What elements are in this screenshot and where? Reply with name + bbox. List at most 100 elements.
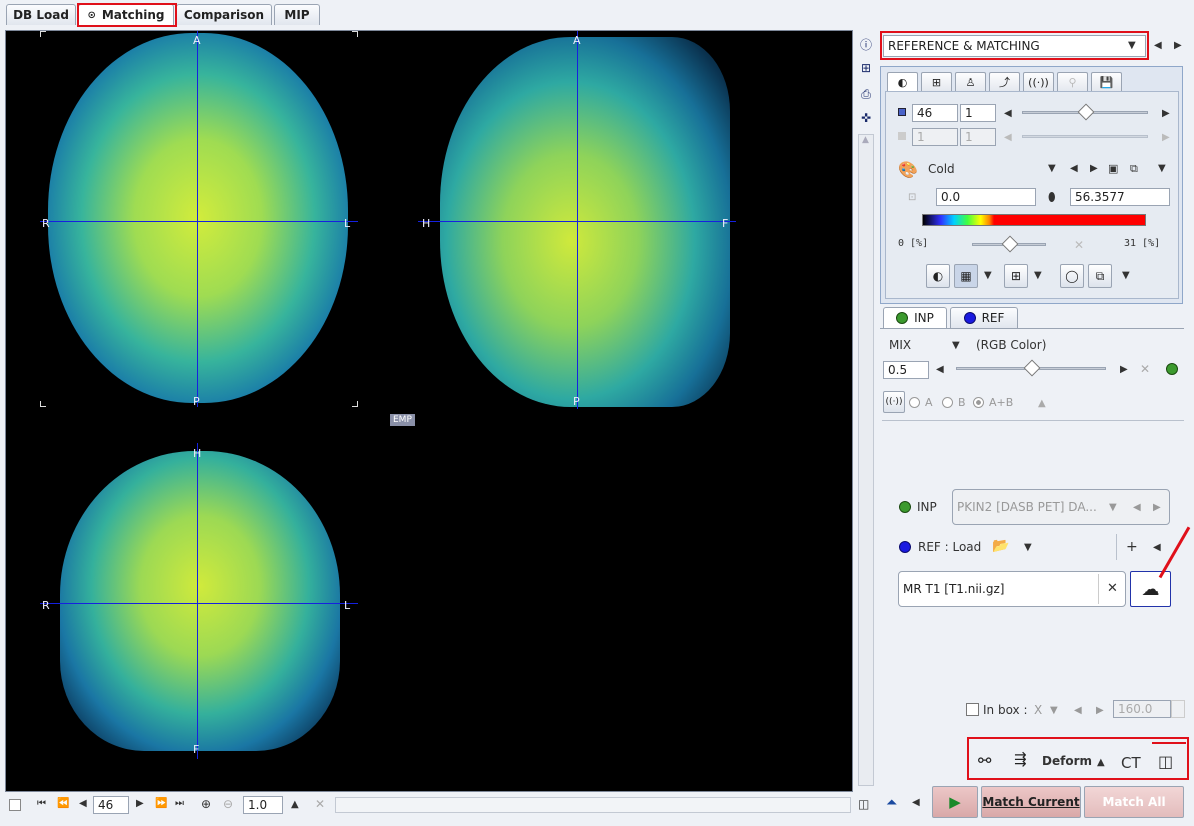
reset-zoom-icon[interactable]: ✕ xyxy=(315,797,325,811)
match-all-button[interactable]: Match All xyxy=(1084,786,1184,818)
colormap-next-icon[interactable]: ▶ xyxy=(1090,163,1098,174)
split-view-icon[interactable]: ◫ xyxy=(1158,752,1173,771)
slice-next-icon[interactable]: ▶ xyxy=(1162,108,1170,119)
viewer-vertical-scrollbar[interactable]: ▲ xyxy=(858,134,874,786)
fusion-signal-button[interactable]: ((·)) xyxy=(883,391,905,413)
workflow-next-icon[interactable]: ▶ xyxy=(1174,40,1182,51)
tab-mip[interactable]: MIP xyxy=(274,4,320,25)
rigid-match-icon[interactable]: ⚯ xyxy=(978,751,991,770)
overlay-button[interactable]: ⧉ xyxy=(1088,264,1112,288)
layout-icon[interactable]: ⊞ xyxy=(858,60,874,76)
last-slice-icon[interactable]: ⏭ xyxy=(175,798,184,809)
axial-view[interactable]: A P R L xyxy=(40,31,358,408)
brain-tool-button[interactable]: ☁ xyxy=(1130,571,1171,607)
range-slider-thumb[interactable] xyxy=(1001,235,1019,253)
tab-save[interactable]: 💾 xyxy=(1091,72,1122,91)
target-icon[interactable]: ✜ xyxy=(858,110,874,126)
fusion-ratio-field[interactable]: 0.5 xyxy=(883,361,929,379)
roi-button[interactable]: ◯ xyxy=(1060,264,1084,288)
inp-next-icon[interactable]: ▶ xyxy=(1153,502,1161,513)
coronal-right-label: L xyxy=(344,599,351,612)
zoom-up-icon[interactable]: ▲ xyxy=(291,799,299,810)
match-current-button[interactable]: Match Current xyxy=(981,786,1081,818)
radio-b[interactable] xyxy=(942,397,953,408)
slice-field[interactable]: 46 xyxy=(912,104,958,122)
grid-button[interactable]: ⊞ xyxy=(1004,264,1028,288)
tab-contrast[interactable]: ◐ xyxy=(887,72,918,91)
grid-dropdown-icon[interactable]: ▼ xyxy=(1034,270,1042,281)
tab-segment[interactable]: ♙ xyxy=(955,72,986,91)
colorbar-icon[interactable]: ⧉ xyxy=(1130,162,1138,176)
min-value-field[interactable]: 0.0 xyxy=(936,188,1036,206)
tab-probe[interactable]: ⚲ xyxy=(1057,72,1088,91)
deform-options-icon[interactable]: ▲ xyxy=(1097,757,1105,768)
colormap-bar[interactable] xyxy=(922,214,1146,226)
radio-ab[interactable] xyxy=(973,397,984,408)
zoom-field[interactable]: 1.0 xyxy=(243,796,283,814)
image-viewer[interactable]: A P R L A P H F EMP H F R L xyxy=(5,30,853,792)
deform-label[interactable]: Deform xyxy=(1042,754,1092,768)
ref-series-field[interactable]: MR T1 [T1.nii.gz] xyxy=(898,571,1126,607)
ref-prev-icon[interactable]: ◀ xyxy=(1153,542,1161,553)
workflow-prev-icon[interactable]: ◀ xyxy=(1154,40,1162,51)
fusion-mode-dropdown-icon[interactable]: ▼ xyxy=(952,340,960,351)
inp-prev-icon[interactable]: ◀ xyxy=(1133,502,1141,513)
colormap-prev-icon[interactable]: ◀ xyxy=(1070,163,1078,174)
interpolation-dropdown-icon[interactable]: ▼ xyxy=(984,270,992,281)
open-folder-icon[interactable]: 📂 xyxy=(992,538,1009,554)
tab-inp[interactable]: INP xyxy=(883,307,947,328)
step-field[interactable]: 1 xyxy=(960,104,996,122)
slice-number-field[interactable]: 46 xyxy=(93,796,129,814)
info-icon[interactable]: ⓘ xyxy=(858,36,874,52)
run-button[interactable]: ▶ xyxy=(932,786,978,818)
colormap-dropdown-icon[interactable]: ▼ xyxy=(1048,163,1056,174)
radio-a[interactable] xyxy=(909,397,920,408)
fusion-ratio-thumb[interactable] xyxy=(1023,359,1041,377)
coronal-view[interactable]: H F R L xyxy=(40,443,358,759)
tab-ref[interactable]: REF xyxy=(950,307,1018,328)
palette-icon: 🎨 xyxy=(898,160,918,179)
tab-comparison[interactable]: Comparison xyxy=(176,4,272,25)
sync-checkbox[interactable] xyxy=(9,799,21,811)
colorbar-dropdown-icon[interactable]: ▼ xyxy=(1158,163,1166,174)
shading-button[interactable]: ◐ xyxy=(926,264,950,288)
overlay-dropdown-icon[interactable]: ▼ xyxy=(1122,270,1130,281)
tab-fusion[interactable]: ((·)) xyxy=(1023,72,1054,91)
inp-dropdown-icon[interactable]: ▼ xyxy=(1109,502,1117,513)
ratio-next-icon[interactable]: ▶ xyxy=(1120,364,1128,375)
navigate-prev-icon[interactable]: ◀ xyxy=(912,797,920,808)
zoom-in-icon[interactable]: ⊕ xyxy=(201,797,211,811)
ratio-prev-icon[interactable]: ◀ xyxy=(936,364,944,375)
fast-back-icon[interactable]: ⏪ xyxy=(57,798,69,809)
prev-slice-icon[interactable]: ◀ xyxy=(79,798,87,809)
viewer-horizontal-scrollbar[interactable] xyxy=(335,797,851,813)
first-slice-icon[interactable]: ⏮ xyxy=(37,798,46,809)
zoom-out-icon[interactable]: ⊖ xyxy=(223,797,233,811)
slice-slider-thumb[interactable] xyxy=(1077,103,1095,121)
sagittal-view[interactable]: A P H F xyxy=(418,31,736,411)
invert-icon[interactable]: ▣ xyxy=(1108,162,1118,175)
interpolation-button[interactable]: ▦ xyxy=(954,264,978,288)
inbox-axis-dropdown-icon[interactable]: ▼ xyxy=(1050,705,1058,716)
ct-label[interactable]: CT xyxy=(1121,754,1141,772)
slice-prev-icon[interactable]: ◀ xyxy=(1004,108,1012,119)
tab-layout[interactable]: ⊞ xyxy=(921,72,952,91)
tab-histogram[interactable]: ⤴ xyxy=(989,72,1020,91)
tab-db-load[interactable]: DB Load xyxy=(6,4,76,25)
inbox-checkbox[interactable] xyxy=(966,703,979,716)
navigate-up-icon[interactable]: ⏶ xyxy=(886,795,897,811)
snapshot-icon[interactable]: ◫ xyxy=(858,797,869,811)
max-value-field[interactable]: 56.3577 xyxy=(1070,188,1170,206)
fusion-collapse-icon[interactable]: ▲ xyxy=(1038,398,1046,409)
ratio-reset-icon[interactable]: ✕ xyxy=(1140,362,1150,376)
next-slice-icon[interactable]: ▶ xyxy=(136,798,144,809)
fast-forward-icon[interactable]: ⏩ xyxy=(155,798,167,809)
inbox-next-icon[interactable]: ▶ xyxy=(1096,705,1104,716)
deform-icon[interactable]: ⇶ xyxy=(1014,750,1027,768)
print-icon[interactable]: ⎙ xyxy=(858,86,874,102)
add-icon[interactable]: + xyxy=(1126,539,1138,555)
ref-load-dropdown-icon[interactable]: ▼ xyxy=(1024,542,1032,553)
clear-ref-icon[interactable]: ✕ xyxy=(1107,581,1118,596)
inbox-prev-icon[interactable]: ◀ xyxy=(1074,705,1082,716)
range-reset-icon[interactable]: ✕ xyxy=(1074,238,1084,252)
